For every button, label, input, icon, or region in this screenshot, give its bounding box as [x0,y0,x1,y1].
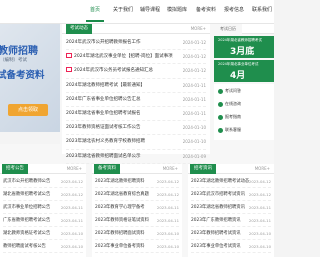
exam-date-card[interactable]: 2024年湖北事业单位考试 4月 [214,60,274,82]
exam-date-card[interactable]: 2024年湖北省教师招聘考试 3月底 [214,36,274,58]
list-item[interactable]: 武汉市公开招聘教师公告 2023-04-12 [3,175,83,188]
list-item[interactable]: 广东省教师招聘考试公告 2023-04-11 [3,214,83,227]
news-title: 考试动态 [66,24,92,34]
banner-title-2: 试备考资料 [0,70,45,81]
news-item[interactable]: 2024年武汉市公务员考试报名通知汇总 2024-01-12 [66,64,206,79]
news-item[interactable]: 2024年湖北教师招聘考试【最新通知】 2024-01-11 [66,79,206,93]
news-more-link[interactable]: MORE+ [191,26,206,31]
list-item[interactable]: 2023年湖北教师招聘考试动态 2023-04-12 [191,175,271,188]
news-list: 2024年武汉市公开招聘教师报名工作 2024-01-12 2024年湖北武汉事业… [62,34,210,166]
nav-item-question-bank[interactable]: 模拟题库 [167,6,187,13]
bottom-section: 招考公告 MORE+ 武汉市公开招聘教师公告 2023-04-12 湖北省教师招聘… [0,164,274,257]
side-link[interactable]: 在线咨询 [218,101,241,107]
list-item[interactable]: 2023年湖北省教师招聘资讯 2023-04-11 [191,201,271,214]
service-icon [218,127,223,133]
side-links: 考试问答 在线咨询 报考指南 联系客服 [214,84,274,140]
materials-list: 2023年湖北教师招聘资料 2023-04-12 2023年湖北省教育综合真题 20… [92,174,182,254]
materials-header: 备考资料 MORE+ [92,164,182,174]
materials-title: 备考资料 [94,164,120,174]
side-link[interactable]: 考试问答 [218,88,241,94]
announcements-column: 招考公告 MORE+ 武汉市公开招聘教师公告 2023-04-12 湖北省教师招聘… [0,164,86,257]
list-item[interactable]: 湖北教师资格证考试公告 2023-04-10 [3,227,83,240]
banner-claim-button[interactable]: 点击领取 [8,104,48,116]
info-title: 招考资讯 [190,164,216,174]
news-item[interactable]: 2023年湖北农村义务教育学校教师招聘 2024-01-10 [66,135,206,150]
announcements-list: 武汉市公开招聘教师公告 2023-04-12 湖北省教师招聘考试公告 2023-04… [0,174,86,254]
list-item[interactable]: 湖北省教师招聘考试公告 2023-04-12 [3,188,83,201]
calendar-tab[interactable]: 考试日历 [214,24,242,34]
calendar-header: 考试日历 [214,24,274,34]
banner-bottom-strip [0,132,60,144]
side-link[interactable]: 联系客服 [218,127,241,133]
list-item[interactable]: 2023年教师招聘面试资料 2023-04-10 [95,227,179,240]
nav-item-courses[interactable]: 辅导课程 [140,6,160,13]
list-item[interactable]: 2023年湖北省教育综合真题 2023-04-12 [95,188,179,201]
list-item[interactable]: 2023年武汉市招聘考试资讯 2023-04-12 [191,188,271,201]
banner-title: 教师招聘 [0,46,38,57]
chat-icon [218,101,223,107]
list-item[interactable]: 2023年教师资格证笔试资料 2023-04-11 [95,214,179,227]
info-list: 2023年湖北教师招聘考试动态 2023-04-12 2023年武汉市招聘考试资讯… [188,174,274,254]
announcements-more-link[interactable]: MORE+ [67,166,82,171]
page: 首页 关于我们 辅导课程 模拟题库 备考资料 报考信息 联系我们 教师招聘 （编… [0,0,274,257]
hot-tag-icon [66,53,72,59]
hot-tag-icon [66,67,72,73]
list-item[interactable]: 2023年湖北教师招聘资料 2023-04-12 [95,175,179,188]
top-navigation: 首页 关于我们 辅导课程 模拟题库 备考资料 报考信息 联系我们 [0,0,274,24]
news-item[interactable]: 2023年湖北省教师招聘面试名单公示 2024-01-09 [66,150,206,164]
list-item[interactable]: 2023年事业单位考试资讯 2023-04-10 [191,240,271,253]
list-item[interactable]: 2023年教师招聘考试资讯 2023-04-10 [191,227,271,240]
qa-icon [218,88,223,94]
news-header: 考试动态 MORE+ [62,24,210,34]
news-box: 考试动态 MORE+ 2024年武汉市公开招聘教师报名工作 2024-01-12 … [62,24,210,164]
news-item[interactable]: 2024年湖北武汉事业单位【招聘-岗位】面试事项 2024-01-12 [66,50,206,65]
list-item[interactable]: 2023年教育学心理学备考 2023-04-11 [95,201,179,214]
guide-icon [218,114,223,120]
nav-active-underline [86,20,104,22]
side-link[interactable]: 报考指南 [218,114,241,120]
news-item[interactable]: 2023年教师资格证面试考核工作公告 2024-01-10 [66,121,206,136]
news-item[interactable]: 2024年湖北省事业单位招聘考试报名 2024-01-11 [66,107,206,122]
nav-item-exam-info[interactable]: 报考信息 [224,6,244,13]
nav-item-about[interactable]: 关于我们 [113,6,133,13]
list-item[interactable]: 2023年事业单位备考资料 2023-04-10 [95,240,179,253]
nav-item-home[interactable]: 首页 [90,6,100,13]
list-item[interactable]: 武汉市事业单位招聘公告 2023-04-11 [3,201,83,214]
list-item[interactable]: 教师招聘面试考核公告 2023-04-10 [3,240,83,253]
promo-banner[interactable]: 教师招聘 （编制）考试 试备考资料 点击领取 [0,24,60,144]
right-column: 考试日历 2024年湖北省教师招聘考试 3月底 2024年湖北事业单位考试 4月… [214,24,274,154]
news-item[interactable]: 2024年广东省事业单位招聘公告汇总 2024-01-11 [66,93,206,107]
info-column: 招考资讯 MORE+ 2023年湖北教师招聘考试动态 2023-04-12 202… [188,164,274,257]
nav-item-contact[interactable]: 联系我们 [252,6,272,13]
announcements-title: 招考公告 [2,164,28,174]
announcements-header: 招考公告 MORE+ [0,164,86,174]
info-more-link[interactable]: MORE+ [255,166,270,171]
banner-subtitle: （编制）考试 [0,58,27,63]
materials-column: 备考资料 MORE+ 2023年湖北教师招聘资料 2023-04-12 2023年… [92,164,182,257]
info-header: 招考资讯 MORE+ [188,164,274,174]
materials-more-link[interactable]: MORE+ [163,166,178,171]
news-item[interactable]: 2024年武汉市公开招聘教师报名工作 2024-01-12 [66,36,206,51]
list-item[interactable]: 2023年广东教师招聘资讯 2023-04-11 [191,214,271,227]
nav-item-materials[interactable]: 备考资料 [196,6,216,13]
